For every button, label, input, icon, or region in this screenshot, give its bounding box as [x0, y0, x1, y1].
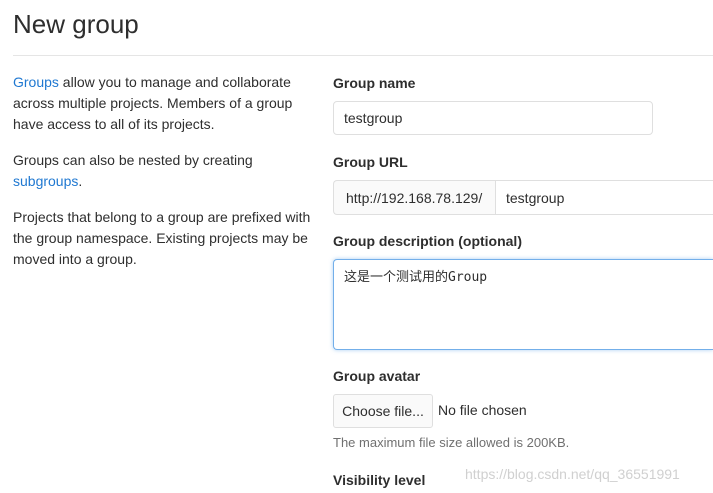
- help-text-period: .: [78, 173, 83, 189]
- title-divider: [13, 55, 713, 56]
- help-paragraph-groups: Groups allow you to manage and collabora…: [13, 72, 313, 135]
- page-title: New group: [13, 9, 139, 39]
- help-paragraph-subgroups: Groups can also be nested by creating su…: [13, 150, 313, 192]
- group-name-input[interactable]: testgroup: [333, 101, 653, 135]
- group-name-label: Group name: [333, 75, 416, 91]
- watermark: https://blog.csdn.net/qq_36551991: [465, 466, 680, 482]
- choose-file-button[interactable]: Choose file...: [333, 394, 433, 428]
- visibility-level-label: Visibility level: [333, 472, 426, 488]
- subgroups-link[interactable]: subgroups: [13, 173, 78, 189]
- help-panel: Groups allow you to manage and collabora…: [13, 72, 313, 285]
- groups-link[interactable]: Groups: [13, 74, 59, 90]
- group-url-prefix: http://192.168.78.129/: [333, 180, 496, 215]
- help-text-nested: Groups can also be nested by creating: [13, 152, 253, 168]
- group-url-label: Group URL: [333, 154, 408, 170]
- group-avatar-label: Group avatar: [333, 368, 421, 384]
- group-description-label: Group description (optional): [333, 233, 522, 249]
- help-paragraph-namespace: Projects that belong to a group are pref…: [13, 209, 311, 267]
- avatar-size-hint: The maximum file size allowed is 200KB.: [333, 435, 570, 450]
- file-status-text: No file chosen: [438, 402, 527, 418]
- new-group-page: New group Groups allow you to manage and…: [0, 0, 713, 493]
- group-path-input[interactable]: testgroup: [495, 180, 713, 215]
- group-description-textarea[interactable]: 这是一个测试用的Group: [333, 259, 713, 350]
